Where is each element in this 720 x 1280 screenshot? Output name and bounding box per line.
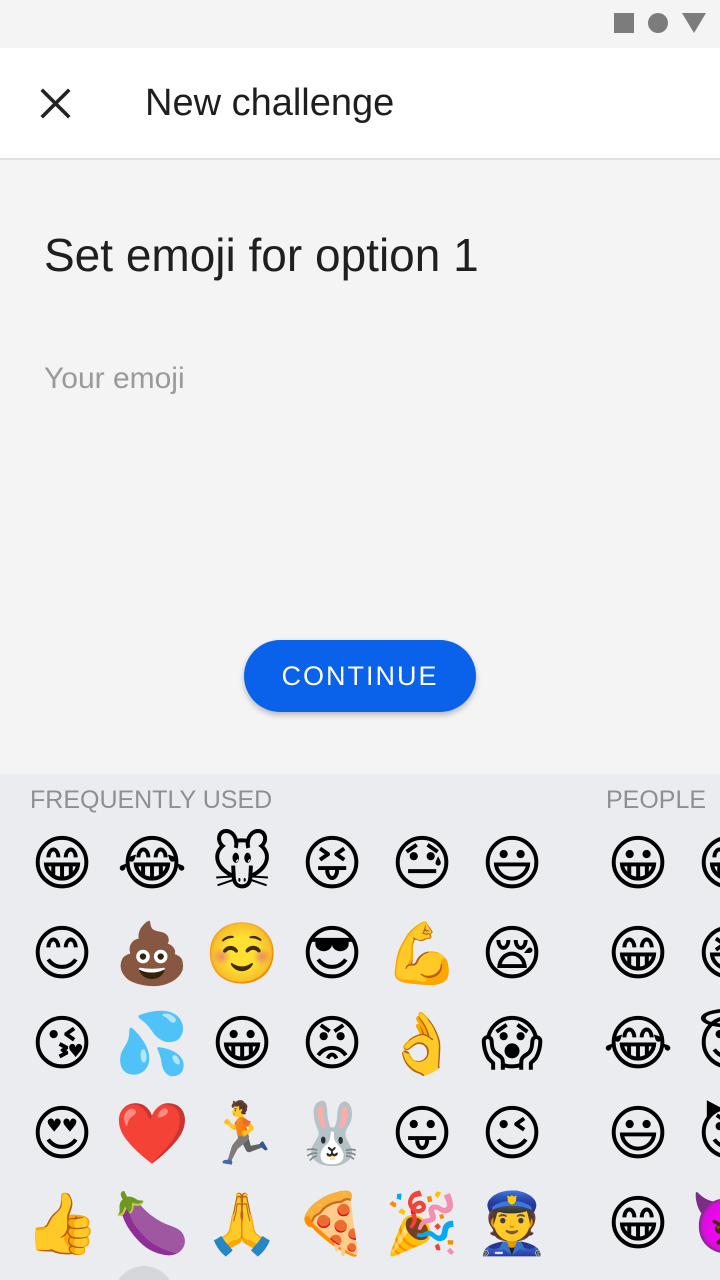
people-emoji-key[interactable]: 😁: [593, 909, 683, 999]
frequently-used-emoji-key[interactable]: 😊: [17, 909, 107, 999]
page-title: New challenge: [145, 82, 395, 124]
frequently-used-label: FREQUENTLY USED: [30, 786, 273, 814]
frequently-used-emoji-key[interactable]: 😛: [377, 1089, 467, 1179]
stop-square-icon: [614, 13, 634, 33]
frequently-used-emoji-key[interactable]: 🐰: [287, 1089, 377, 1179]
frequently-used-emoji-key[interactable]: 👌: [377, 999, 467, 1089]
continue-button[interactable]: CONTINUE: [244, 640, 476, 712]
people-emoji-key[interactable]: 👿: [683, 1179, 720, 1269]
back-triangle-icon: [682, 13, 706, 33]
frequently-used-emoji-key[interactable]: 🍕: [287, 1179, 377, 1269]
frequently-used-grid: 😁 😂 🐭 😝 😓 😃 😊 💩 ☺️ 😎 💪 😪 😘 💦 😀 😡 👌 😱 😍 ❤️ 🏃 🐰 😛 😉 👍 🍆 🙏 🍕 🎉 👮: [17, 819, 557, 1269]
frequently-used-emoji-key[interactable]: ❤️: [107, 1089, 197, 1179]
frequently-used-emoji-key[interactable]: 😍: [17, 1089, 107, 1179]
frequently-used-emoji-key[interactable]: 😘: [17, 999, 107, 1089]
status-bar: [0, 0, 720, 48]
frequently-used-emoji-key[interactable]: 😡: [287, 999, 377, 1089]
close-icon: [40, 88, 71, 119]
frequently-used-emoji-key[interactable]: 😱: [467, 999, 557, 1089]
frequently-used-emoji-key[interactable]: 😓: [377, 819, 467, 909]
frequently-used-emoji-key[interactable]: 💪: [377, 909, 467, 999]
frequently-used-emoji-key[interactable]: 🏃: [197, 1089, 287, 1179]
emoji-input[interactable]: [44, 354, 544, 404]
frequently-used-emoji-key[interactable]: 😎: [287, 909, 377, 999]
app-bar: New challenge: [0, 48, 720, 160]
status-icons: [614, 13, 706, 33]
frequently-used-emoji-key[interactable]: 🐭: [197, 819, 287, 909]
frequently-used-emoji-key[interactable]: 💦: [107, 999, 197, 1089]
frequently-used-emoji-key[interactable]: 😃: [467, 819, 557, 909]
frequently-used-emoji-key[interactable]: ☺️: [197, 909, 287, 999]
people-emoji-key[interactable]: 😇: [683, 999, 720, 1089]
frequently-used-emoji-key[interactable]: 👮: [467, 1179, 557, 1269]
people-label: PEOPLE: [606, 786, 707, 814]
frequently-used-emoji-key[interactable]: 😁: [17, 819, 107, 909]
frequently-used-emoji-key[interactable]: 🎉: [377, 1179, 467, 1269]
home-circle-icon: [648, 13, 668, 33]
people-grid: 😀😁😁😆😂😇😃😈😁👿: [593, 819, 720, 1269]
people-emoji-key[interactable]: 😃: [593, 1089, 683, 1179]
people-emoji-key[interactable]: 😂: [593, 999, 683, 1089]
emoji-keyboard: FREQUENTLY USED PEOPLE 😁 😂 🐭 😝 😓 😃 😊 💩 ☺️ 😎 💪 😪 😘 💦 😀 😡…: [0, 774, 720, 1280]
frequently-used-emoji-key[interactable]: 😉: [467, 1089, 557, 1179]
frequently-used-emoji-key[interactable]: 😪: [467, 909, 557, 999]
frequently-used-emoji-key[interactable]: 😝: [287, 819, 377, 909]
frequently-used-emoji-key[interactable]: 😂: [107, 819, 197, 909]
frequently-used-emoji-key[interactable]: 🙏: [197, 1179, 287, 1269]
people-emoji-key[interactable]: 😁: [683, 819, 720, 909]
people-emoji-key[interactable]: 😆: [683, 909, 720, 999]
frequently-used-emoji-key[interactable]: 🍆: [107, 1179, 197, 1269]
frequently-used-emoji-key[interactable]: 💩: [107, 909, 197, 999]
frequently-used-emoji-key[interactable]: 😀: [197, 999, 287, 1089]
close-button[interactable]: [32, 79, 80, 127]
people-emoji-key[interactable]: 😈: [683, 1089, 720, 1179]
frequently-used-emoji-key[interactable]: 👍: [17, 1179, 107, 1269]
people-emoji-key[interactable]: 😀: [593, 819, 683, 909]
people-emoji-key[interactable]: 😁: [593, 1179, 683, 1269]
option-heading: Set emoji for option 1: [44, 229, 479, 281]
